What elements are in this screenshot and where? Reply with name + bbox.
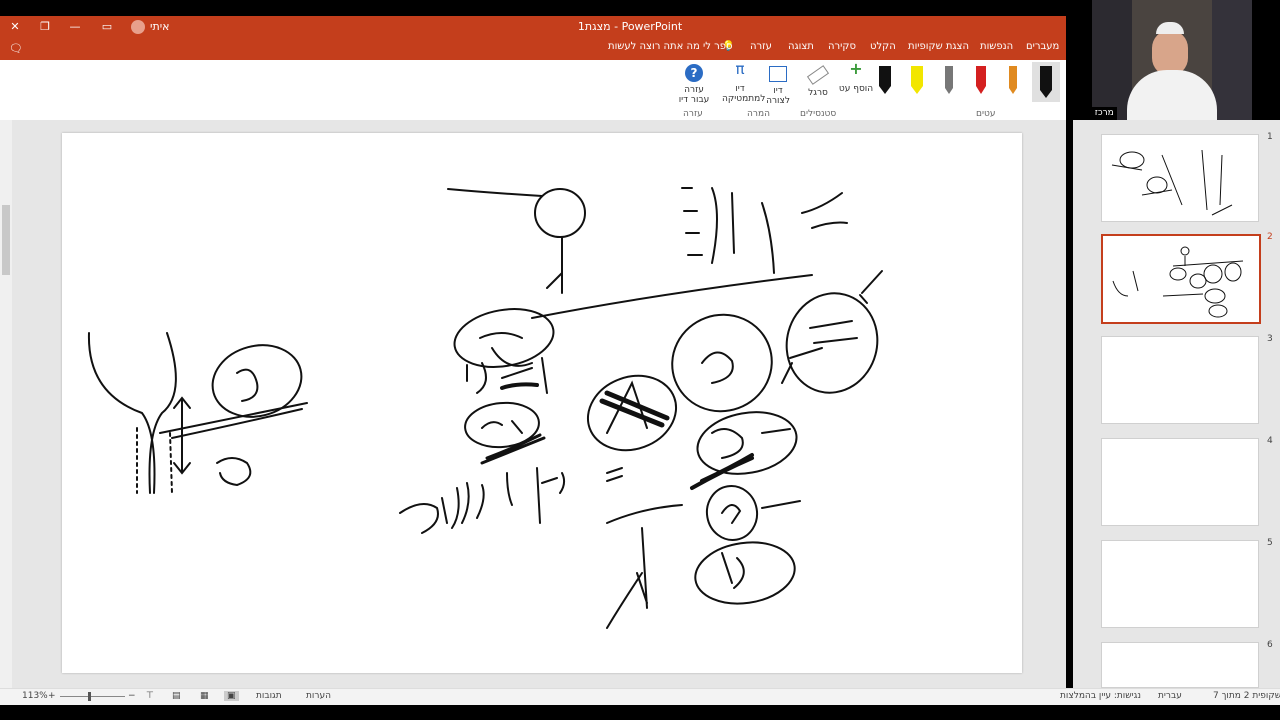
stencils-group-label: סטנסילים xyxy=(800,109,837,119)
help-for-ink-button[interactable]: ? עזרה עבור דיו xyxy=(676,64,712,105)
zoom-slider-thumb[interactable] xyxy=(88,692,91,701)
slide-thumbnail-4[interactable] xyxy=(1101,438,1259,526)
help-group-label: עזרה xyxy=(683,109,703,119)
slide-thumbnail-1[interactable] xyxy=(1101,134,1259,222)
user-name[interactable]: איתי אלון xyxy=(150,16,190,55)
notes-button[interactable]: הערות xyxy=(306,691,331,701)
zoom-slider[interactable] xyxy=(60,696,125,697)
accessibility-status[interactable]: נגישות: עיין בהמלצות xyxy=(1060,691,1141,701)
webcam-caption: מרכז גופר xyxy=(1092,107,1117,120)
slides-panel: 1 2 3 4 5 6 xyxy=(1073,120,1280,688)
normal-view-icon[interactable]: ▣ xyxy=(224,691,239,701)
tab-help[interactable]: עזרה xyxy=(750,41,772,52)
ruler-label: סרגל xyxy=(808,88,828,98)
bookshelf-right xyxy=(1212,0,1252,120)
zoom-level[interactable]: 113% xyxy=(22,691,48,701)
comments-icon[interactable]: 🗨 xyxy=(8,38,24,60)
restore-icon[interactable]: ❐ xyxy=(36,16,54,38)
ruler-button[interactable]: סרגל xyxy=(800,64,836,98)
scroll-thumb[interactable] xyxy=(2,205,10,275)
ink-drawing[interactable] xyxy=(62,133,1022,673)
slide-thumbnail-6[interactable] xyxy=(1101,642,1259,688)
status-bar: 113% + − ⊤ ▤ ▦ ▣ תגובות הערות נגישות: עי… xyxy=(0,688,1280,705)
pi-icon: π xyxy=(735,60,745,78)
ruler-icon xyxy=(806,65,830,85)
slide-thumbnail-3[interactable] xyxy=(1101,336,1259,424)
pens-group-label: עטים xyxy=(976,109,996,119)
close-icon[interactable]: ✕ xyxy=(6,16,24,38)
pencil-grey-icon[interactable] xyxy=(940,64,958,96)
ink-to-shape-label: דיו לצורה xyxy=(766,86,790,106)
comments-button[interactable]: תגובות xyxy=(256,691,282,701)
tab-record[interactable]: הקלט xyxy=(870,41,896,52)
zoom-out-icon[interactable]: − xyxy=(128,691,136,701)
slide-number-2: 2 xyxy=(1267,232,1273,242)
shape-icon xyxy=(769,66,787,82)
left-scrollbar[interactable] xyxy=(0,120,12,688)
slide-canvas[interactable] xyxy=(62,133,1022,673)
ribbon-display-icon[interactable]: ▭ xyxy=(98,16,116,38)
add-pen-button[interactable]: + הוסף עט xyxy=(838,59,874,95)
kippah xyxy=(1156,22,1184,34)
tab-review[interactable]: סקירה xyxy=(828,41,856,52)
pen-black-selected-icon[interactable] xyxy=(1032,62,1060,102)
presenter-view-icon[interactable]: ⊤ xyxy=(146,691,154,701)
person-shirt xyxy=(1127,70,1217,120)
slide-info: שקופית 2 מתוך 7 xyxy=(1213,691,1280,701)
pen-black-icon[interactable] xyxy=(876,64,894,96)
add-pen-label: הוסף עט xyxy=(838,84,874,94)
tab-slideshow[interactable]: הצגת שקופיות xyxy=(908,41,969,52)
slide-number-1: 1 xyxy=(1267,132,1273,142)
slide-number-3: 3 xyxy=(1267,334,1273,344)
zoom-in-icon[interactable]: + xyxy=(48,691,56,701)
highlighter-yellow-icon[interactable] xyxy=(908,64,926,96)
slide-sorter-icon[interactable]: ▦ xyxy=(200,691,209,701)
convert-group-label: המרה xyxy=(747,109,770,119)
plus-icon: + xyxy=(849,59,863,78)
pen-orange-icon[interactable] xyxy=(1004,64,1022,96)
language-status[interactable]: עברית xyxy=(1158,691,1182,701)
slide-number-4: 4 xyxy=(1267,436,1273,446)
ink-to-math-label: דיו למתמטיקה xyxy=(722,84,766,104)
tab-animations[interactable]: הנפשות xyxy=(980,41,1013,52)
avatar[interactable] xyxy=(131,20,145,34)
slide-thumbnail-2[interactable] xyxy=(1101,234,1261,324)
help-icon: ? xyxy=(685,64,703,82)
slide-number-5: 5 xyxy=(1267,538,1273,548)
bookshelf xyxy=(1092,0,1132,120)
title-bar: ✕ ❐ — ▭ איתי אלון מצגת1 - PowerPoint xyxy=(0,16,1066,55)
ink-to-shape-button[interactable]: דיו לצורה xyxy=(760,64,796,106)
webcam-video: מרכז גופר xyxy=(1092,0,1252,120)
tab-view[interactable]: תצוגה xyxy=(788,41,814,52)
slide-thumbnail-5[interactable] xyxy=(1101,540,1259,628)
tell-me-search[interactable]: ספר לי מה אתה רוצה לעשות xyxy=(608,41,732,52)
slide-number-6: 6 xyxy=(1267,640,1273,650)
tab-transitions[interactable]: מעברים xyxy=(1026,41,1059,52)
help-for-ink-label: עזרה עבור דיו xyxy=(678,85,710,105)
ribbon: ? עזרה עבור דיו π דיו למתמטיקה דיו לצורה… xyxy=(0,60,1066,121)
pen-red-icon[interactable] xyxy=(972,64,990,96)
ribbon-tabs: 🗨 מעברים הנפשות הצגת שקופיות הקלט סקירה … xyxy=(0,38,1066,60)
reading-view-icon[interactable]: ▤ xyxy=(172,691,181,701)
minimize-icon[interactable]: — xyxy=(66,16,84,38)
ink-to-math-button[interactable]: π דיו למתמטיקה xyxy=(722,60,765,105)
window-title: מצגת1 - PowerPoint xyxy=(577,20,683,33)
